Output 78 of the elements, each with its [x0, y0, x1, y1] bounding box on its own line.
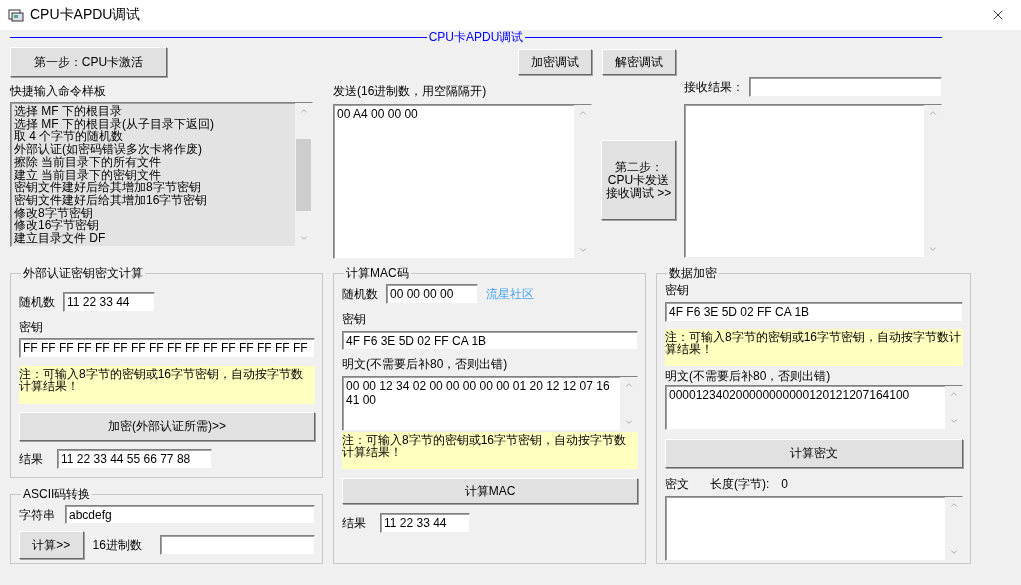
note-text: 注：可输入8字节的密钥或16字节密钥，自动按字节数计算结果！: [342, 432, 638, 469]
scroll-up-icon[interactable]: [577, 108, 588, 118]
compute-cipher-button[interactable]: 计算密文: [665, 439, 963, 468]
scroll-up-icon[interactable]: [298, 106, 309, 116]
text-field[interactable]: 11 22 33 44: [380, 513, 470, 533]
scroll-down-icon[interactable]: [927, 244, 938, 254]
send-receive-button[interactable]: 第二步： CPU卡发送 接收调试 >>: [601, 140, 676, 220]
field-label: 快捷输入命令样板: [10, 84, 106, 98]
text-field[interactable]: 4F F6 3E 5D 02 FF CA 1B: [665, 302, 963, 322]
field-label: 结果: [342, 516, 366, 530]
decrypt-debug-button[interactable]: 解密调试: [602, 49, 676, 75]
list-item[interactable]: 擦除 当前目录下的所有文件: [14, 155, 292, 169]
field-label: 字符串: [19, 507, 55, 522]
scroll-thumb[interactable]: [296, 138, 311, 211]
field-label: 密文: [665, 477, 689, 491]
text-area[interactable]: 000012340200000000000120121207164100: [665, 385, 963, 430]
field-label: 随机数: [342, 287, 378, 301]
field-label: 密钥: [19, 320, 43, 334]
note-text: 注：可输入8字节的密钥或16字节密钥，自动按字节数计算结果！: [19, 366, 315, 404]
text-field[interactable]: FF FF FF FF FF FF FF FF FF FF FF FF FF FF FF FF: [19, 338, 315, 358]
list-item[interactable]: 选择 MF 下的根目录(从子目录下返回): [14, 117, 292, 131]
field-label: 长度(字节):: [710, 477, 770, 491]
scroll-up-icon[interactable]: [927, 108, 938, 118]
group-title: 数据加密: [668, 266, 718, 280]
length-value: 0: [781, 477, 788, 491]
field-label: 接收结果：: [684, 80, 744, 94]
list-item[interactable]: 密钥文件建好后给其增加16字节密钥: [14, 193, 292, 207]
scroll-down-icon[interactable]: [577, 245, 588, 255]
field-label: 密钥: [342, 312, 366, 326]
field-label: 密钥: [665, 283, 689, 297]
window-title: CPU卡APDU调试: [30, 6, 142, 24]
encrypt-debug-button[interactable]: 加密调试: [518, 49, 592, 75]
text-field[interactable]: 00 00 00 00: [386, 284, 478, 304]
note-text: 注：可输入8字节的密钥或16字节密钥，自动按字节数计算结果！: [665, 329, 963, 366]
scroll-down-icon[interactable]: [623, 417, 634, 427]
text-area[interactable]: [665, 496, 963, 561]
list-item[interactable]: 修改8字节密钥: [14, 206, 292, 220]
compute-button[interactable]: 计算>>: [19, 531, 84, 559]
text-field[interactable]: [159, 535, 315, 555]
app-icon: [8, 7, 24, 23]
text-field[interactable]: [749, 77, 942, 97]
group-title: 计算MAC码: [345, 266, 410, 280]
scroll-up-icon[interactable]: [948, 389, 959, 399]
list-item[interactable]: 密钥文件建好后给其增加8字节密钥: [14, 181, 292, 194]
list-item[interactable]: 选择 MF 下的根目录: [14, 105, 292, 118]
text-area[interactable]: 00 00 12 34 02 00 00 00 00 00 01 20 12 12 07 16 41 00: [342, 376, 638, 431]
text-field[interactable]: 4F F6 3E 5D 02 FF CA 1B: [342, 331, 638, 350]
text-field[interactable]: 11 22 33 44: [63, 292, 155, 312]
scroll-up-icon[interactable]: [623, 380, 634, 390]
scroll-down-icon[interactable]: [948, 416, 959, 426]
field-text: 00 A4 00 00 00: [337, 107, 418, 121]
group-title: ASCII码转换: [22, 487, 92, 501]
field-text: 00 00 12 34 02 00 00 00 00 00 01 20 12 12 07 16 41 00: [346, 379, 610, 407]
encrypt-button[interactable]: 加密(外部认证所需)>>: [19, 412, 315, 441]
field-label: 发送(16进制数，用空隔隔开): [333, 84, 487, 98]
command-list[interactable]: 选择 MF 下的根目录 选择 MF 下的根目录(从子目录下返回) 取 4 个字节的随机数 外部认证(如密码错误多次卡将作废) 擦除 当前目录下的所有文件 建立 当前目录下的密钥文件 密钥文件建好后给其增加8字节密钥 密钥文件建好后给其增加16字节密钥 修改8字节密钥 修改16字节密钥 建立目录文件 DF: [10, 102, 313, 247]
field-label: 明文(不需要后补80，否则出错): [665, 369, 831, 383]
group-title: 外部认证密钥密文计算: [22, 266, 144, 280]
list-item[interactable]: 建立目录文件 DF: [14, 232, 292, 245]
scroll-up-icon[interactable]: [948, 500, 959, 510]
list-item[interactable]: 外部认证(如密码错误多次卡将作废): [14, 143, 292, 156]
field-text: 000012340200000000000120121207164100: [669, 388, 910, 402]
text-area[interactable]: [684, 104, 942, 258]
activate-button[interactable]: 第一步：CPU卡激活: [10, 47, 167, 77]
field-label: 16进制数: [92, 538, 142, 552]
section-heading: CPU卡APDU调试: [428, 30, 524, 44]
scroll-down-icon[interactable]: [298, 233, 309, 243]
text-field[interactable]: abcdefg: [65, 505, 315, 524]
scrollbar[interactable]: [620, 377, 637, 430]
field-label: 结果: [19, 452, 43, 466]
text-field[interactable]: 11 22 33 44 55 66 77 88: [57, 449, 212, 469]
field-label: 明文(不需要后补80，否则出错): [342, 357, 508, 371]
scrollbar[interactable]: [295, 103, 312, 246]
text-area[interactable]: 00 A4 00 00 00: [333, 104, 592, 259]
scrollbar[interactable]: [945, 497, 962, 560]
field-label: 随机数: [19, 295, 55, 309]
scroll-down-icon[interactable]: [948, 547, 959, 557]
compute-mac-button[interactable]: 计算MAC: [342, 478, 638, 504]
